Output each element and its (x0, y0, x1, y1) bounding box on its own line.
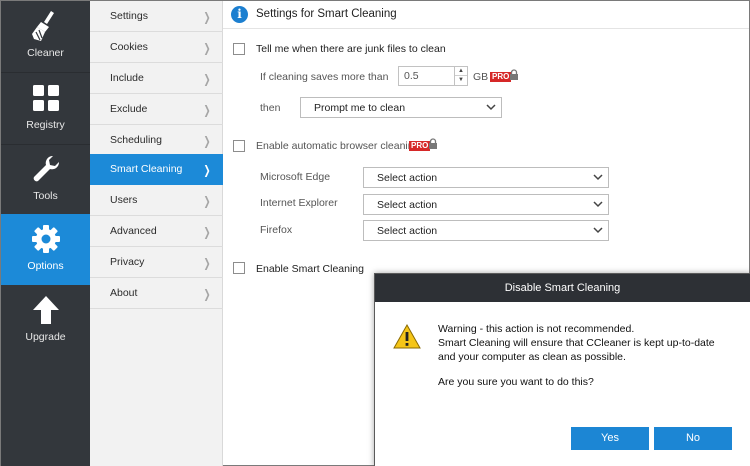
menu-item-label: Scheduling (110, 134, 162, 146)
firefox-action-value: Select action (377, 225, 438, 237)
menu-item-label: Smart Cleaning (110, 163, 183, 175)
menu-item-label: Include (110, 72, 144, 84)
edge-action-select[interactable]: Select action (363, 167, 609, 188)
disable-smart-cleaning-dialog: Disable Smart Cleaning Warning - this ac… (374, 273, 750, 466)
chevron-right-icon: ❯ (203, 225, 211, 239)
threshold-spinner[interactable]: 0.5 ▲ ▼ (398, 66, 468, 86)
ie-action-select[interactable]: Select action (363, 194, 609, 215)
chevron-right-icon: ❯ (203, 256, 211, 270)
nav-registry-label: Registry (26, 119, 65, 131)
then-label: then (260, 102, 281, 114)
browser-cleaning-checkbox[interactable] (233, 140, 245, 152)
then-action-select[interactable]: Prompt me to clean (300, 97, 502, 118)
nav-registry[interactable]: Registry (1, 73, 90, 144)
unit-label: GB (473, 71, 489, 83)
junk-files-label: Tell me when there are junk files to cle… (256, 43, 446, 55)
nav-tools[interactable]: Tools (1, 144, 90, 215)
menu-item-about[interactable]: About ❯ (90, 278, 223, 309)
browser-cleaning-label: Enable automatic browser cleaning (256, 140, 420, 152)
menu-item-include[interactable]: Include ❯ (90, 63, 223, 94)
dialog-message-line: Smart Cleaning will ensure that CCleaner… (438, 337, 715, 349)
menu-item-cookies[interactable]: Cookies ❯ (90, 32, 223, 63)
threshold-value[interactable]: 0.5 (404, 70, 419, 82)
junk-files-checkbox[interactable] (233, 43, 245, 55)
nav-cleaner[interactable]: Cleaner (1, 1, 90, 72)
browser-name-edge: Microsoft Edge (260, 171, 331, 183)
menu-item-advanced[interactable]: Advanced ❯ (90, 216, 223, 247)
yes-button[interactable]: Yes (571, 427, 649, 450)
menu-item-scheduling[interactable]: Scheduling ❯ (90, 125, 223, 156)
menu-item-label: Privacy (110, 256, 145, 268)
edge-action-value: Select action (377, 172, 438, 184)
nav-options[interactable]: Options (1, 214, 90, 285)
lock-icon (429, 138, 437, 149)
chevron-right-icon: ❯ (203, 163, 211, 177)
menu-item-label: Users (110, 194, 138, 206)
firefox-action-select[interactable]: Select action (363, 220, 609, 241)
broom-icon (1, 9, 90, 43)
chevron-down-icon (593, 227, 603, 234)
dialog-title: Disable Smart Cleaning (375, 274, 750, 302)
browser-name-firefox: Firefox (260, 224, 293, 236)
chevron-right-icon: ❯ (203, 41, 211, 55)
chevron-right-icon: ❯ (203, 72, 211, 86)
ie-action-value: Select action (377, 199, 438, 211)
chevron-right-icon: ❯ (203, 103, 211, 117)
dialog-warning-line: Warning - this action is not recommended… (438, 323, 635, 335)
menu-item-label: Exclude (110, 103, 148, 115)
spinner-buttons: ▲ ▼ (454, 67, 467, 85)
chevron-down-icon (593, 174, 603, 181)
gear-icon (1, 222, 90, 256)
smart-cleaning-label: Enable Smart Cleaning (256, 263, 364, 275)
spinner-down-icon[interactable]: ▼ (455, 76, 467, 85)
threshold-label: If cleaning saves more than (260, 71, 389, 83)
warning-icon (393, 324, 421, 349)
chevron-down-icon (486, 104, 496, 111)
chevron-right-icon: ❯ (203, 10, 211, 24)
spinner-up-icon[interactable]: ▲ (455, 67, 467, 76)
page-title: Settings for Smart Cleaning (256, 8, 397, 20)
menu-item-users[interactable]: Users ❯ (90, 185, 223, 216)
smart-cleaning-checkbox[interactable] (233, 262, 245, 274)
menu-item-privacy[interactable]: Privacy ❯ (90, 247, 223, 278)
chevron-down-icon (593, 201, 603, 208)
settings-menu: Settings ❯ Cookies ❯ Include ❯ Exclude ❯… (90, 1, 223, 466)
nav-tools-label: Tools (33, 190, 58, 202)
chevron-right-icon: ❯ (203, 287, 211, 301)
lock-icon (510, 69, 518, 80)
upgrade-arrow-icon (1, 293, 90, 327)
menu-item-label: About (110, 287, 138, 299)
nav-cleaner-label: Cleaner (27, 47, 64, 59)
nav-upgrade[interactable]: Upgrade (1, 285, 90, 356)
main-navigation: Cleaner Registry Tools Options Upgrade (1, 1, 90, 466)
grid-icon (1, 81, 90, 115)
chevron-right-icon: ❯ (203, 134, 211, 148)
menu-item-exclude[interactable]: Exclude ❯ (90, 94, 223, 125)
menu-item-smart-cleaning[interactable]: Smart Cleaning ❯ (90, 154, 223, 185)
menu-item-settings[interactable]: Settings ❯ (90, 1, 223, 32)
content-header: i Settings for Smart Cleaning (223, 1, 749, 29)
chevron-right-icon: ❯ (203, 194, 211, 208)
dialog-message-line: and your computer as clean as possible. (438, 351, 626, 363)
info-icon: i (231, 6, 248, 23)
nav-options-label: Options (27, 260, 64, 272)
menu-item-label: Cookies (110, 41, 148, 53)
dialog-question: Are you sure you want to do this? (438, 376, 594, 388)
menu-item-label: Settings (110, 10, 148, 22)
then-action-value: Prompt me to clean (314, 102, 406, 114)
menu-item-label: Advanced (110, 225, 157, 237)
nav-upgrade-label: Upgrade (25, 331, 66, 343)
no-button[interactable]: No (654, 427, 732, 450)
browser-name-ie: Internet Explorer (260, 197, 338, 209)
wrench-icon (1, 152, 90, 186)
